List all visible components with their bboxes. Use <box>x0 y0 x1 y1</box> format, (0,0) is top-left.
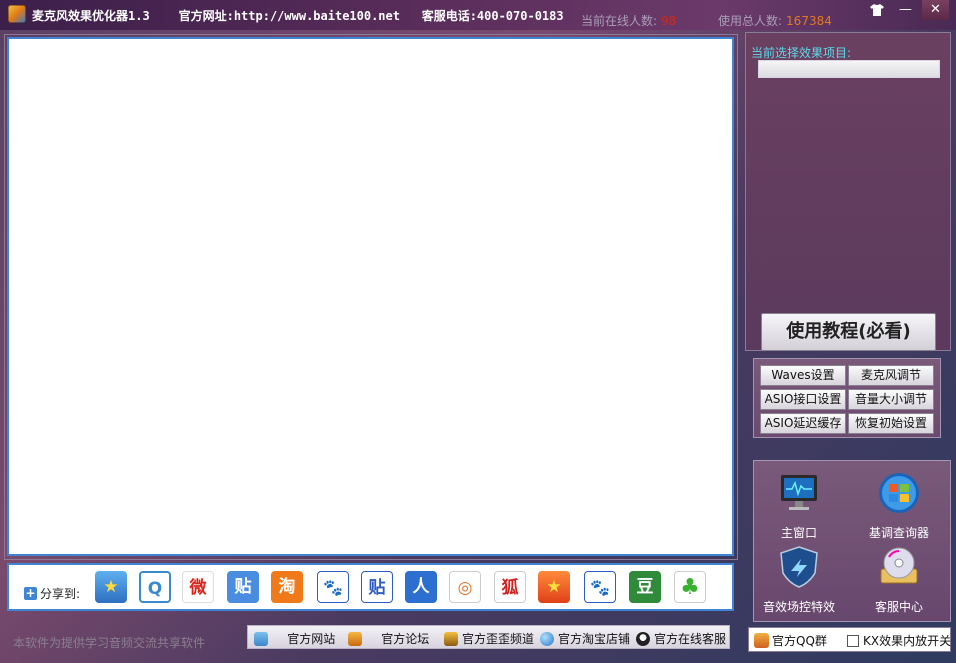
footer-note: 本软件为提供学习音频交流共享软件 <box>13 636 206 650</box>
link-online-service[interactable]: 官方在线客服 <box>636 630 726 647</box>
sound-effects-launcher[interactable]: 音效场控特效 <box>754 545 844 615</box>
link-official-forum[interactable]: 官方论坛 <box>348 630 429 647</box>
qzone-share-icon[interactable]: ★ <box>95 571 127 603</box>
forum-icon <box>348 631 362 646</box>
phone-label: 客服电话:400-070-0183 <box>421 9 564 23</box>
share-bar: + 分享到: ★ Q 微 贴 淘 🐾 贴 人 ◎ 狐 ★ 🐾 豆 ♣ <box>7 563 734 611</box>
monitor-icon <box>781 475 817 510</box>
qq-group-button[interactable]: 官方QQ群 <box>754 632 827 649</box>
total-users: 使用总人数: 167384 <box>718 14 832 28</box>
official-links-bar: 官方网站 官方论坛 官方歪歪频道 官方淘宝店铺 官方在线客服 <box>247 625 730 649</box>
baidu-share-icon[interactable]: 🐾 <box>317 571 349 603</box>
app-icon <box>8 5 26 23</box>
yy-icon <box>444 631 458 646</box>
kx-toggle[interactable]: KX效果内放开关 <box>847 632 951 649</box>
globe-icon <box>540 631 554 646</box>
renren-share-icon[interactable]: 人 <box>405 571 437 603</box>
baidu-tieba-share-icon[interactable]: 贴 <box>361 571 393 603</box>
clover-share-icon[interactable]: ♣ <box>674 571 706 603</box>
qq-weibo-share-icon[interactable]: Q <box>139 571 171 603</box>
service-center-launcher[interactable]: 客服中心 <box>854 545 944 615</box>
kaixin-share-icon[interactable]: ◎ <box>449 571 481 603</box>
plus-icon: + <box>24 586 37 600</box>
baidu-space-share-icon[interactable]: 🐾 <box>584 571 616 603</box>
link-yy-channel[interactable]: 官方歪歪频道 <box>444 630 534 647</box>
restore-defaults-button[interactable]: 恢复初始设置 <box>848 413 934 434</box>
link-official-website[interactable]: 官方网站 <box>254 630 335 647</box>
qq-penguin-icon <box>636 631 650 646</box>
main-window-launcher[interactable]: 主窗口 <box>754 471 844 541</box>
mic-adjust-button[interactable]: 麦克风调节 <box>848 365 934 386</box>
windows-orb-icon <box>879 473 919 513</box>
title-bar: 麦克风效果优化器1.3 官方网址:http://www.baite100.net… <box>0 0 956 30</box>
shield-arrow-icon <box>780 546 818 588</box>
volume-adjust-button[interactable]: 音量大小调节 <box>848 389 934 410</box>
tool-launcher-grid: 主窗口 基调查询器 音效场控特效 客服中心 <box>753 460 951 622</box>
effect-panel <box>745 32 951 351</box>
main-content-area[interactable] <box>7 37 734 556</box>
qq-space-star-share-icon[interactable]: ★ <box>538 571 570 603</box>
cd-drive-icon <box>880 547 918 584</box>
share-label: + 分享到: <box>24 586 81 601</box>
website-label: 官方网址:http://www.baite100.net <box>178 9 400 23</box>
selected-effect-field <box>758 60 940 78</box>
sina-weibo-share-icon[interactable]: 微 <box>182 571 214 603</box>
selected-effect-label: 当前选择效果项目: <box>751 46 852 60</box>
kx-checkbox[interactable] <box>847 634 859 647</box>
skin-button[interactable] <box>863 0 890 20</box>
bottom-right-bar: 官方QQ群 KX效果内放开关 <box>748 627 951 652</box>
online-count: 当前在线人数: 98 <box>581 14 677 28</box>
shirt-icon <box>869 4 884 16</box>
waves-settings-button[interactable]: Waves设置 <box>760 365 846 386</box>
home-icon <box>254 631 268 646</box>
sohu-share-icon[interactable]: 狐 <box>494 571 526 603</box>
key-query-launcher[interactable]: 基调查询器 <box>854 471 944 541</box>
asio-latency-button[interactable]: ASIO延迟缓存 <box>760 413 846 434</box>
settings-button-grid: Waves设置 麦克风调节 ASIO接口设置 音量大小调节 ASIO延迟缓存 恢… <box>753 358 941 438</box>
tutorial-button[interactable]: 使用教程(必看) <box>761 313 936 351</box>
qq-group-icon <box>754 633 769 648</box>
close-button[interactable]: ✕ <box>922 0 949 20</box>
tieba-share-icon[interactable]: 贴 <box>227 571 259 603</box>
taobao-share-icon[interactable]: 淘 <box>271 571 303 603</box>
minimize-button[interactable]: — <box>892 0 919 20</box>
asio-interface-button[interactable]: ASIO接口设置 <box>760 389 846 410</box>
window-title: 麦克风效果优化器1.3 官方网址:http://www.baite100.net… <box>32 9 564 23</box>
douban-share-icon[interactable]: 豆 <box>629 571 661 603</box>
link-taobao-store[interactable]: 官方淘宝店铺 <box>540 630 630 647</box>
